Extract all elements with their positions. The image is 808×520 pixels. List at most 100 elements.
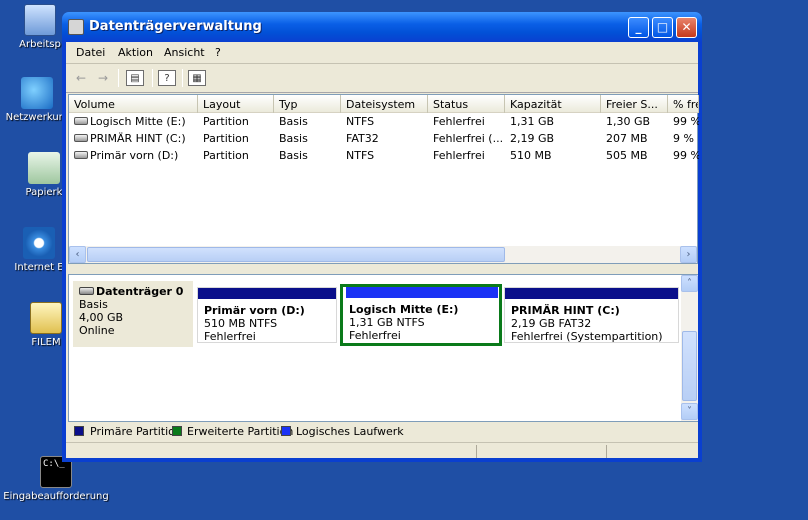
hard-disk-icon: [79, 287, 94, 295]
legend-swatch-primary: [74, 426, 84, 436]
network-icon: [21, 77, 53, 109]
partition-bar: [346, 287, 498, 298]
partition-info: 510 MB NTFS: [204, 317, 278, 330]
column-header-volume[interactable]: Volume: [69, 95, 198, 113]
menu-datei[interactable]: Datei: [76, 46, 105, 59]
cell-freier-speicher: 207 MB: [606, 132, 648, 145]
cell-typ: Basis: [279, 115, 308, 128]
desktop-icon-label: Netzwerkum: [5, 112, 69, 123]
cell-freier-speicher: 505 MB: [606, 149, 648, 162]
partition-bar: [505, 288, 678, 299]
partition-info: 1,31 GB NTFS: [349, 316, 425, 329]
cell-status: Fehlerfrei: [433, 149, 485, 162]
minimize-button[interactable]: _: [628, 17, 649, 38]
partition-primaer-vorn[interactable]: Primär vorn (D:) 510 MB NTFS Fehlerfrei: [197, 287, 337, 343]
toolbar-separator: [118, 69, 119, 87]
disk-graphical-view: Datenträger 0 Basis 4,00 GB Online Primä…: [68, 274, 698, 422]
close-button[interactable]: ✕: [676, 17, 697, 38]
disk-type: Basis: [79, 298, 108, 311]
menu-bar: Datei Aktion Ansicht ?: [66, 42, 698, 64]
status-bar: [66, 442, 698, 458]
desktop-icon-eingabeaufforderung[interactable]: C:\_ Eingabeaufforderung: [0, 456, 112, 502]
properties-icon[interactable]: ▦: [188, 70, 206, 86]
title-bar[interactable]: Datenträgerverwaltung _ □ ✕: [62, 12, 702, 42]
volume-list: Volume Layout Typ Dateisystem Status Kap…: [68, 94, 699, 264]
cell-prozent-frei: 9 %: [673, 132, 694, 145]
internet-explorer-icon: [23, 227, 55, 259]
column-header-layout[interactable]: Layout: [198, 95, 274, 113]
column-header-kapazitaet[interactable]: Kapazität: [505, 95, 601, 113]
menu-aktion[interactable]: Aktion: [118, 46, 153, 59]
maximize-button[interactable]: □: [652, 17, 673, 38]
partition-primaer-hint[interactable]: PRIMÄR HINT (C:) 2,19 GB FAT32 Fehlerfre…: [504, 287, 679, 343]
desktop-icon-arbeitsplatz[interactable]: Arbeitsp: [10, 4, 70, 50]
disk-name: Datenträger 0: [79, 285, 187, 298]
scroll-left-button[interactable]: ‹: [69, 246, 86, 263]
status-separator: [606, 445, 607, 458]
partition-logisch-mitte[interactable]: Logisch Mitte (E:) 1,31 GB NTFS Fehlerfr…: [340, 284, 502, 346]
cell-kapazitaet: 1,31 GB: [510, 115, 555, 128]
forward-button[interactable]: →: [94, 70, 112, 86]
cell-volume: PRIMÄR HINT (C:): [69, 131, 198, 147]
scroll-thumb[interactable]: [682, 331, 697, 401]
cell-status: Fehlerfrei (...: [433, 132, 504, 145]
partition-name: Logisch Mitte (E:): [349, 303, 459, 316]
scroll-down-button[interactable]: ˅: [681, 403, 698, 420]
column-header-freier-speicher[interactable]: Freier S...: [601, 95, 668, 113]
desktop-icon-label: Internet E: [14, 262, 64, 273]
cell-layout: Partition: [203, 149, 249, 162]
table-row[interactable]: PRIMÄR HINT (C:) Partition Basis FAT32 F…: [69, 130, 699, 147]
desktop-icon-netzwerk[interactable]: Netzwerkum: [4, 77, 70, 123]
column-header-prozent-frei[interactable]: % fre: [668, 95, 699, 113]
drive-icon: [74, 117, 88, 125]
volume-list-header: Volume Layout Typ Dateisystem Status Kap…: [69, 95, 699, 113]
partition-info: 2,19 GB FAT32: [511, 317, 592, 330]
cell-kapazitaet: 2,19 GB: [510, 132, 555, 145]
column-header-status[interactable]: Status: [428, 95, 505, 113]
desktop-icon-label: Eingabeaufforderung: [3, 491, 109, 502]
legend-label-primary: Primäre Partition: [90, 425, 182, 438]
cell-kapazitaet: 510 MB: [510, 149, 552, 162]
cell-prozent-frei: 99 %: [673, 115, 699, 128]
cell-status: Fehlerfrei: [433, 115, 485, 128]
scroll-right-button[interactable]: ›: [680, 246, 697, 263]
partition-status: Fehlerfrei (Systempartition): [511, 330, 663, 343]
file-icon: [30, 302, 62, 334]
table-row[interactable]: Logisch Mitte (E:) Partition Basis NTFS …: [69, 113, 699, 130]
vertical-scrollbar[interactable]: ˄ ˅: [681, 275, 698, 421]
cell-layout: Partition: [203, 115, 249, 128]
cell-volume: Logisch Mitte (E:): [69, 114, 198, 130]
show-hide-console-tree-icon[interactable]: ▤: [126, 70, 144, 86]
cell-typ: Basis: [279, 132, 308, 145]
window-title: Datenträgerverwaltung: [89, 19, 262, 34]
table-row[interactable]: Primär vorn (D:) Partition Basis NTFS Fe…: [69, 147, 699, 164]
help-icon[interactable]: ?: [158, 70, 176, 86]
cell-layout: Partition: [203, 132, 249, 145]
legend-label-logical: Logisches Laufwerk: [296, 425, 404, 438]
column-header-dateisystem[interactable]: Dateisystem: [341, 95, 428, 113]
scroll-up-button[interactable]: ˄: [681, 275, 698, 292]
cell-dateisystem: NTFS: [346, 115, 375, 128]
cell-freier-speicher: 1,30 GB: [606, 115, 651, 128]
scroll-thumb[interactable]: [87, 247, 505, 262]
drive-icon: [74, 151, 88, 159]
partition-status: Fehlerfrei: [204, 330, 256, 343]
toolbar: ← → ▤ ? ▦: [66, 65, 698, 93]
partition-name: PRIMÄR HINT (C:): [511, 304, 620, 317]
menu-ansicht[interactable]: Ansicht: [164, 46, 205, 59]
disk-0-info[interactable]: Datenträger 0 Basis 4,00 GB Online: [73, 281, 193, 347]
drive-icon: [74, 134, 88, 142]
back-button[interactable]: ←: [72, 70, 90, 86]
menu-help[interactable]: ?: [215, 46, 221, 59]
legend-swatch-extended: [172, 426, 182, 436]
column-header-typ[interactable]: Typ: [274, 95, 341, 113]
cell-dateisystem: NTFS: [346, 149, 375, 162]
disk-state: Online: [79, 324, 115, 337]
horizontal-scrollbar[interactable]: ‹ ›: [69, 246, 697, 263]
partition-legend: Primäre Partition Erweiterte Partition L…: [68, 423, 698, 441]
computer-icon: [24, 4, 56, 36]
cell-prozent-frei: 99 %: [673, 149, 699, 162]
cell-typ: Basis: [279, 149, 308, 162]
desktop-icon-internet-explorer[interactable]: Internet E: [8, 227, 70, 273]
disk-management-icon: [68, 19, 84, 35]
